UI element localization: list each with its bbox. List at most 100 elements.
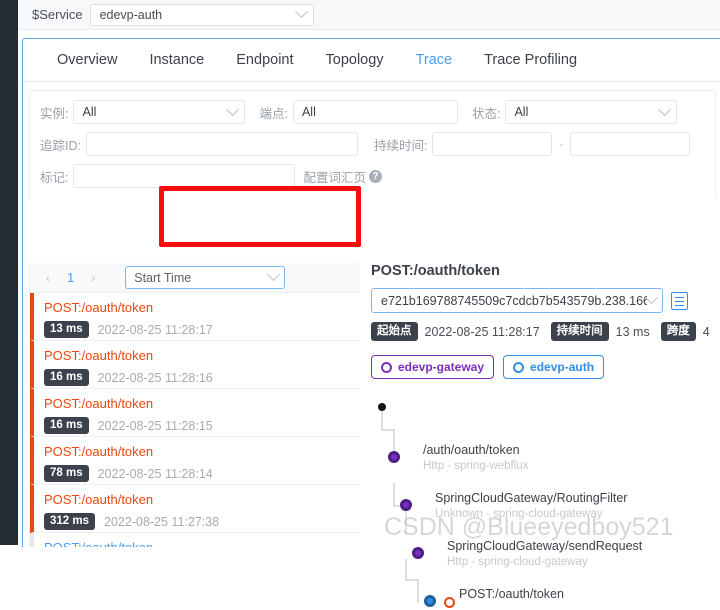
filter-row-3: 标记: 配置词汇页 ? (40, 164, 705, 188)
chevron-down-icon (267, 268, 281, 282)
trace-list[interactable]: POST:/oauth/token 13 ms 2022-08-25 11:28… (29, 293, 359, 547)
service-select[interactable]: edevp-auth (89, 3, 314, 26)
trace-meta: 78 ms 2022-08-25 11:28:14 (44, 465, 359, 482)
spans-label: 跨度 (660, 322, 696, 341)
duration-label: 持续时间: (373, 138, 428, 153)
trace-endpoint-name: POST:/oauth/token (44, 300, 154, 315)
status-select[interactable]: All (505, 100, 678, 124)
span-operation: /auth/oauth/token (423, 443, 520, 457)
instance-select[interactable]: All (73, 100, 246, 124)
instance-label: 实例: (40, 106, 69, 121)
service-select-value: edevp-auth (99, 7, 163, 22)
status-label: 状态: (471, 106, 501, 121)
tag-input[interactable] (73, 164, 296, 188)
config-vocab-link[interactable]: 配置词汇页 ? (303, 167, 382, 186)
trace-list-item[interactable]: POST:/oauth/token 13 ms 2022-08-25 11:28… (30, 293, 359, 341)
span-component: Http - spring-webflux (423, 460, 529, 472)
circle-icon (513, 361, 525, 373)
traceid-label: 追踪ID: (40, 138, 81, 153)
sort-by-select[interactable]: Start Time (125, 266, 286, 289)
tag-label: 标记: (40, 170, 69, 185)
span-operation: POST:/oauth/token (459, 587, 564, 601)
trace-meta: 312 ms 2022-08-25 11:27:38 (44, 513, 359, 530)
tab-bar: Overview Instance Endpoint Topology Trac… (23, 39, 720, 82)
main-card: Overview Instance Endpoint Topology Trac… (22, 38, 720, 608)
duration-min-input[interactable] (432, 132, 553, 156)
span-component: Http - spring-cloud-gateway (447, 556, 588, 568)
tab-overview[interactable]: Overview (41, 52, 133, 68)
tab-endpoint[interactable]: Endpoint (220, 52, 309, 68)
prev-page-button[interactable]: ‹ (38, 268, 58, 288)
copy-icon[interactable] (671, 291, 688, 310)
trace-meta: 13 ms 2022-08-25 11:28:17 (44, 321, 359, 338)
duration-value: 13 ms (615, 324, 650, 339)
trace-duration-badge: 78 ms (44, 465, 89, 482)
duration-separator: - (559, 137, 564, 151)
tree-connector (405, 559, 407, 581)
tree-connector (417, 579, 419, 603)
trace-list-item[interactable]: POST:/oauth/token 312 ms 2022-08-25 11:2… (30, 485, 359, 533)
trace-duration-badge: 312 ms (44, 513, 96, 530)
start-time-label: 起始点 (371, 322, 418, 341)
trace-timestamp: 2022-08-25 11:28:17 (97, 322, 213, 337)
watermark: CSDN @Blueeyedboy521 (384, 513, 674, 541)
service-tag-label: edevp-gateway (398, 360, 485, 374)
endpoint-input[interactable]: All (292, 100, 458, 124)
trace-id-row: e721b169788745509c7cdcb7b543579b.238.166… (371, 288, 720, 313)
trace-detail-panel: POST:/oauth/token e721b169788745509c7cdc… (359, 263, 720, 608)
trace-id-select[interactable]: e721b169788745509c7cdcb7b543579b.238.166… (371, 288, 663, 313)
trace-duration-badge: 16 ms (44, 369, 89, 386)
span-dot-gateway[interactable] (388, 451, 400, 463)
tab-instance[interactable]: Instance (133, 52, 220, 68)
traceid-input[interactable] (85, 132, 358, 156)
trace-endpoint-name: POST:/oauth/token (44, 396, 154, 411)
detail-title: POST:/oauth/token (371, 263, 500, 279)
endpoint-value: All (301, 105, 316, 119)
pagination: ‹ 1 › (32, 268, 109, 288)
service-tag-gateway[interactable]: edevp-gateway (371, 355, 495, 379)
trace-list-panel: ‹ 1 › Start Time POST:/oauth/token 13 ms (29, 263, 359, 547)
chevron-down-icon (645, 291, 658, 305)
trace-list-item[interactable]: POST:/oauth/token 16 ms 2022-08-25 11:28… (30, 341, 359, 389)
error-indicator-icon (444, 597, 455, 608)
trace-duration-badge: 13 ms (44, 321, 89, 338)
page-number-1[interactable]: 1 (60, 270, 81, 285)
trace-timestamp: 2022-08-25 11:28:14 (97, 466, 213, 481)
service-tag-auth[interactable]: edevp-auth (503, 355, 605, 379)
instance-value: All (82, 105, 97, 119)
trace-timestamp: 2022-08-25 11:28:15 (97, 418, 213, 433)
span-label[interactable]: SpringCloudGateway/sendRequest Http - sp… (447, 539, 642, 568)
span-dot-auth[interactable] (424, 595, 436, 607)
tab-trace[interactable]: Trace (400, 52, 469, 68)
trace-endpoint-name: POST:/oauth/token (44, 540, 359, 547)
app-root: $Service edevp-auth Overview Instance En… (0, 0, 720, 608)
service-bar: $Service edevp-auth (18, 0, 720, 30)
spans-value: 4 (702, 324, 710, 339)
duration-max-input[interactable] (570, 132, 691, 156)
span-tree: /auth/oauth/token Http - spring-webflux … (371, 395, 720, 610)
chevron-down-icon (294, 5, 308, 19)
span-dot-gateway[interactable] (412, 547, 424, 559)
trace-meta: 16 ms 2022-08-25 11:28:16 (44, 369, 359, 386)
span-operation: SpringCloudGateway/RoutingFilter (435, 491, 628, 505)
span-label[interactable]: /auth/oauth/token Http - spring-webflux (423, 443, 528, 472)
tab-topology[interactable]: Topology (310, 52, 400, 68)
start-time-value: 2022-08-25 11:28:17 (424, 324, 540, 339)
trace-endpoint-name: POST:/oauth/token (44, 444, 154, 459)
filter-row-2: 追踪ID: 持续时间: - (40, 132, 705, 156)
service-legend: edevp-gateway edevp-auth (371, 355, 720, 379)
status-value: All (514, 105, 529, 119)
next-page-button[interactable]: › (83, 268, 103, 288)
trace-list-item[interactable]: POST:/oauth/token 78 ms 2022-08-25 11:28… (30, 437, 359, 485)
sort-by-value: Start Time (134, 270, 192, 285)
trace-duration-badge: 16 ms (44, 417, 89, 434)
span-dot-gateway[interactable] (400, 499, 412, 511)
tab-trace-profiling[interactable]: Trace Profiling (468, 52, 593, 68)
endpoint-label: 端点: (259, 106, 288, 121)
trace-list-item[interactable]: POST:/oauth/token 16 ms 2022-08-25 11:28… (30, 389, 359, 437)
span-label[interactable]: POST:/oauth/token (459, 587, 564, 601)
trace-timestamp: 2022-08-25 11:28:16 (97, 370, 213, 385)
trace-id-value: e721b169788745509c7cdcb7b543579b.238.166… (381, 293, 647, 308)
left-nav-rail (0, 0, 18, 545)
help-icon[interactable]: ? (369, 169, 382, 183)
